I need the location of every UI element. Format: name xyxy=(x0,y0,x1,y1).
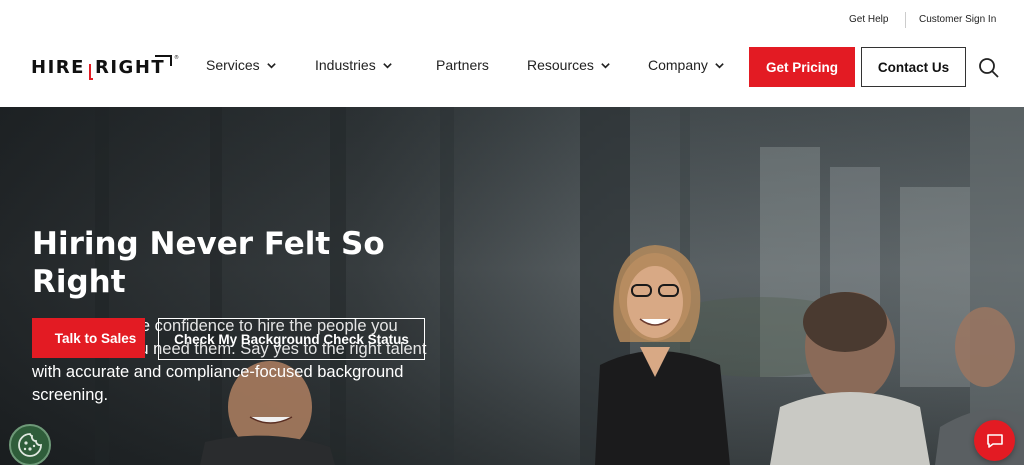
svg-text:®: ® xyxy=(174,54,179,61)
utility-divider xyxy=(905,12,906,28)
chevron-down-icon xyxy=(266,62,276,69)
nav-partners-label: Partners xyxy=(436,57,489,73)
nav-partners[interactable]: Partners xyxy=(436,57,489,73)
nav-company-label: Company xyxy=(648,57,708,73)
customer-sign-in-link[interactable]: Customer Sign In xyxy=(919,14,996,25)
utility-bar: Get Help Customer Sign In xyxy=(0,0,1024,38)
logo-bracket-mark: ® xyxy=(89,54,179,80)
chat-icon xyxy=(986,433,1003,448)
nav-industries-label: Industries xyxy=(315,57,376,73)
hireright-logo[interactable]: HIRE RIGHT ® xyxy=(31,52,181,84)
chevron-down-icon xyxy=(601,62,610,69)
search-icon[interactable] xyxy=(978,57,1000,79)
nav-resources[interactable]: Resources xyxy=(527,57,611,73)
chevron-down-icon xyxy=(715,62,724,69)
hero-title: Hiring Never Felt So Right xyxy=(32,226,385,300)
get-pricing-button[interactable]: Get Pricing xyxy=(749,47,855,87)
cookie-icon xyxy=(18,433,42,457)
nav-services-label: Services xyxy=(206,57,260,73)
nav-company[interactable]: Company xyxy=(648,57,725,73)
contact-us-button[interactable]: Contact Us xyxy=(861,47,966,87)
check-background-status-button[interactable]: Check My Background Check Status xyxy=(158,318,425,360)
talk-to-sales-button[interactable]: Talk to Sales xyxy=(32,318,145,358)
nav-industries[interactable]: Industries xyxy=(315,57,393,73)
nav-services[interactable]: Services xyxy=(206,57,277,73)
hero-section: Hiring Never Felt So Right We give you t… xyxy=(0,107,1024,465)
chevron-down-icon xyxy=(382,62,392,69)
cookie-settings-button[interactable] xyxy=(9,424,51,465)
nav-resources-label: Resources xyxy=(527,57,594,73)
get-help-link[interactable]: Get Help xyxy=(849,14,888,25)
chat-button[interactable] xyxy=(974,420,1015,461)
